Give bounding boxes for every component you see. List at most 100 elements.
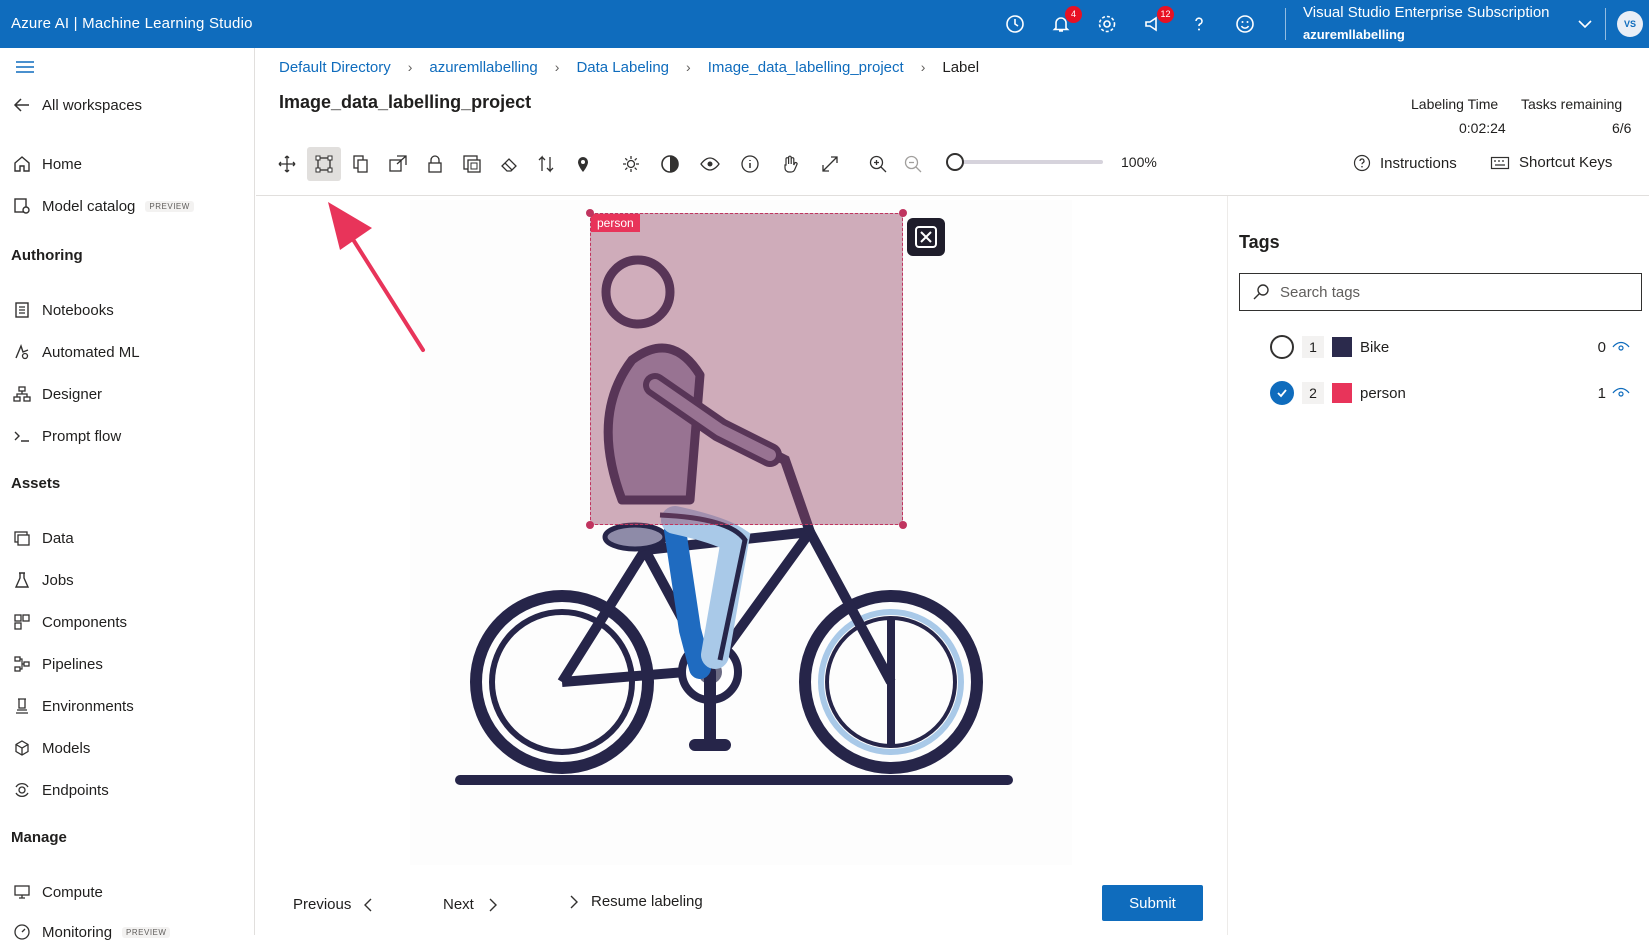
sidebar-item-label: All workspaces — [42, 96, 143, 114]
feedback-icon[interactable]: 12 — [1141, 6, 1174, 36]
app-title[interactable]: Azure AI | Machine Learning Studio — [11, 15, 253, 32]
sidebar-item-label: Automated ML — [42, 343, 140, 361]
notifications-icon[interactable]: 4 — [1049, 6, 1082, 36]
sidebar-item-automated-ml[interactable]: Automated ML — [11, 339, 140, 365]
chevron-right-icon: › — [407, 59, 413, 75]
tag-count: 1 — [1597, 384, 1606, 402]
sidebar-item-model-catalog[interactable]: Model catalog PREVIEW — [11, 193, 194, 219]
rectangle-tool-icon[interactable] — [307, 147, 341, 181]
breadcrumb-item[interactable]: Data Labeling — [576, 59, 669, 76]
search-input[interactable] — [1280, 283, 1620, 301]
tag-radio-selected[interactable] — [1270, 381, 1294, 405]
copy-tool-icon[interactable] — [344, 147, 378, 181]
sidebar-item-endpoints[interactable]: Endpoints — [11, 777, 109, 803]
sidebar-item-home[interactable]: Home — [11, 151, 82, 177]
pipeline-icon — [11, 653, 33, 675]
lock-icon[interactable] — [418, 147, 452, 181]
zoom-in-icon[interactable] — [861, 147, 895, 181]
data-icon — [11, 527, 33, 549]
annotation-arrow-icon — [328, 202, 425, 352]
preview-badge: PREVIEW — [145, 200, 194, 212]
topbar-divider — [1605, 8, 1606, 40]
help-icon[interactable] — [1187, 12, 1211, 36]
labeling-time-label: Labeling Time — [1411, 96, 1499, 112]
pin-icon[interactable] — [566, 147, 600, 181]
instructions-button[interactable]: Instructions — [1353, 154, 1457, 172]
sidebar-item-data[interactable]: Data — [11, 525, 74, 551]
bounding-box-person[interactable] — [590, 213, 903, 525]
workspace-name[interactable]: azuremllabelling — [1303, 27, 1405, 42]
move-tool-icon[interactable] — [270, 147, 304, 181]
zoom-slider-track[interactable] — [955, 160, 1103, 164]
zoom-out-icon[interactable] — [896, 147, 930, 181]
resume-labeling-button[interactable]: Resume labeling — [569, 893, 703, 910]
settings-icon[interactable] — [1095, 12, 1119, 36]
components-icon — [11, 611, 33, 633]
breadcrumb-item[interactable]: Image_data_labelling_project — [708, 59, 904, 76]
tag-color-swatch — [1332, 337, 1352, 357]
hamburger-menu-icon[interactable] — [14, 58, 36, 76]
sidebar-item-all-workspaces[interactable]: All workspaces — [11, 92, 142, 118]
tag-hotkey: 1 — [1302, 336, 1324, 358]
submit-button[interactable]: Submit — [1102, 885, 1203, 921]
breadcrumb-item[interactable]: azuremllabelling — [429, 59, 537, 76]
sidebar-item-designer[interactable]: Designer — [11, 381, 102, 407]
zoom-slider-thumb[interactable] — [946, 153, 964, 171]
tag-name: Bike — [1360, 338, 1390, 356]
avatar[interactable]: VS — [1617, 11, 1643, 37]
zoom-value: 100% — [1121, 154, 1157, 170]
select-all-icon[interactable] — [455, 147, 489, 181]
next-button[interactable]: Next — [443, 896, 498, 913]
section-heading-authoring: Authoring — [11, 247, 83, 264]
tag-row-bike[interactable]: 1 Bike 0 — [1270, 334, 1630, 360]
page-title: Image_data_labelling_project — [279, 92, 532, 112]
info-icon[interactable] — [733, 147, 767, 181]
breadcrumb-item[interactable]: Default Directory — [279, 59, 391, 76]
chevron-left-icon — [363, 897, 373, 913]
sidebar-item-notebooks[interactable]: Notebooks — [11, 297, 114, 323]
history-icon[interactable] — [1003, 12, 1027, 36]
pan-hand-icon[interactable] — [773, 147, 807, 181]
visibility-eye-icon[interactable] — [1612, 387, 1630, 399]
sidebar: All workspaces Home Model catalog PREVIE… — [0, 48, 255, 941]
bbox-resize-handle[interactable] — [586, 209, 594, 217]
sidebar-item-label: Jobs — [42, 571, 74, 589]
sidebar-item-models[interactable]: Models — [11, 735, 90, 761]
breadcrumb: Default Directory › azuremllabelling › D… — [279, 56, 979, 78]
eraser-icon[interactable] — [492, 147, 526, 181]
region-tool-icon[interactable] — [381, 147, 415, 181]
fit-to-screen-icon[interactable] — [813, 147, 847, 181]
tag-radio[interactable] — [1270, 335, 1294, 359]
sidebar-item-jobs[interactable]: Jobs — [11, 567, 74, 593]
sidebar-item-prompt-flow[interactable]: Prompt flow — [11, 423, 121, 449]
section-heading-manage: Manage — [11, 829, 67, 846]
smiley-icon[interactable] — [1233, 12, 1257, 36]
sidebar-item-pipelines[interactable]: Pipelines — [11, 651, 103, 677]
sidebar-item-monitoring[interactable]: Monitoring PREVIEW — [11, 919, 171, 945]
subscription-name[interactable]: Visual Studio Enterprise Subscription — [1303, 4, 1550, 21]
delete-box-button[interactable] — [907, 218, 945, 256]
tag-row-person[interactable]: 2 person 1 — [1270, 380, 1630, 406]
environment-icon — [11, 695, 33, 717]
bbox-resize-handle[interactable] — [899, 521, 907, 529]
visibility-eye-icon[interactable] — [1612, 341, 1630, 353]
bbox-resize-handle[interactable] — [586, 521, 594, 529]
brightness-icon[interactable] — [614, 147, 648, 181]
shortcut-keys-button[interactable]: Shortcut Keys — [1490, 154, 1612, 171]
previous-label: Previous — [293, 896, 352, 913]
help-circle-icon — [1353, 154, 1371, 172]
bounding-box-label: person — [591, 214, 640, 232]
tag-search-box[interactable] — [1239, 273, 1642, 311]
sidebar-item-label: Data — [42, 529, 74, 547]
sort-icon[interactable] — [529, 147, 563, 181]
tag-count: 0 — [1597, 338, 1606, 356]
sidebar-item-environments[interactable]: Environments — [11, 693, 134, 719]
contrast-icon[interactable] — [653, 147, 687, 181]
chevron-down-icon[interactable] — [1573, 12, 1597, 36]
eye-icon[interactable] — [693, 147, 727, 181]
sidebar-item-components[interactable]: Components — [11, 609, 127, 635]
previous-button[interactable]: Previous — [293, 896, 373, 913]
sidebar-item-compute[interactable]: Compute — [11, 879, 103, 905]
back-arrow-icon — [11, 94, 33, 116]
bbox-resize-handle[interactable] — [899, 209, 907, 217]
